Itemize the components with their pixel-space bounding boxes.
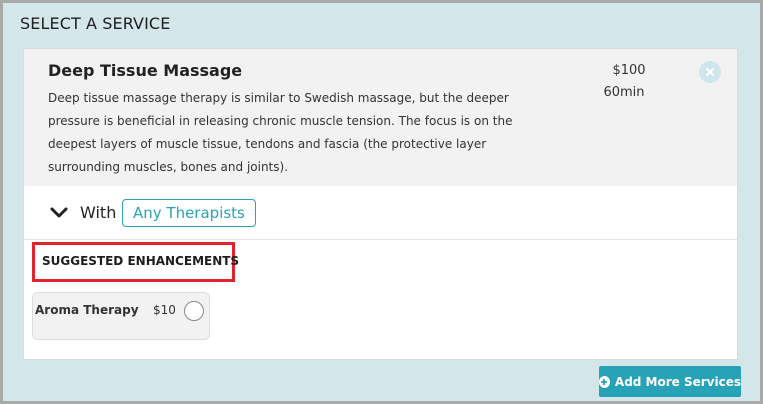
service-selection-frame: SELECT A SERVICE Deep Tissue Massage Dee…: [0, 0, 763, 404]
service-panel: Deep Tissue Massage Deep tissue massage …: [23, 48, 738, 360]
plus-circle-icon: [599, 375, 610, 388]
section-title: SELECT A SERVICE: [20, 14, 171, 33]
enhancement-radio[interactable]: [184, 301, 204, 321]
enhancements-title: SUGGESTED ENHANCEMENTS: [42, 254, 240, 268]
chevron-down-icon[interactable]: [50, 206, 68, 220]
add-more-services-button[interactable]: Add More Services: [599, 366, 741, 397]
selected-service: Deep Tissue Massage Deep tissue massage …: [24, 49, 737, 186]
close-icon: [706, 68, 714, 76]
add-more-services-label: Add More Services: [614, 374, 741, 389]
therapist-select-button[interactable]: Any Therapists: [122, 199, 256, 227]
enhancements-title-highlight: SUGGESTED ENHANCEMENTS: [32, 242, 239, 282]
service-price: $100: [612, 63, 646, 78]
service-duration: 60min: [603, 85, 645, 100]
service-description: Deep tissue massage therapy is similar t…: [48, 91, 513, 174]
therapist-row: With Any Therapists: [24, 186, 737, 240]
enhancement-name: Aroma Therapy: [35, 303, 139, 317]
enhancement-price: $10: [153, 303, 176, 317]
enhancement-card[interactable]: Aroma Therapy $10: [32, 292, 210, 340]
remove-service-button[interactable]: [699, 61, 721, 83]
with-label: With: [80, 203, 117, 222]
service-name: Deep Tissue Massage: [48, 61, 243, 80]
